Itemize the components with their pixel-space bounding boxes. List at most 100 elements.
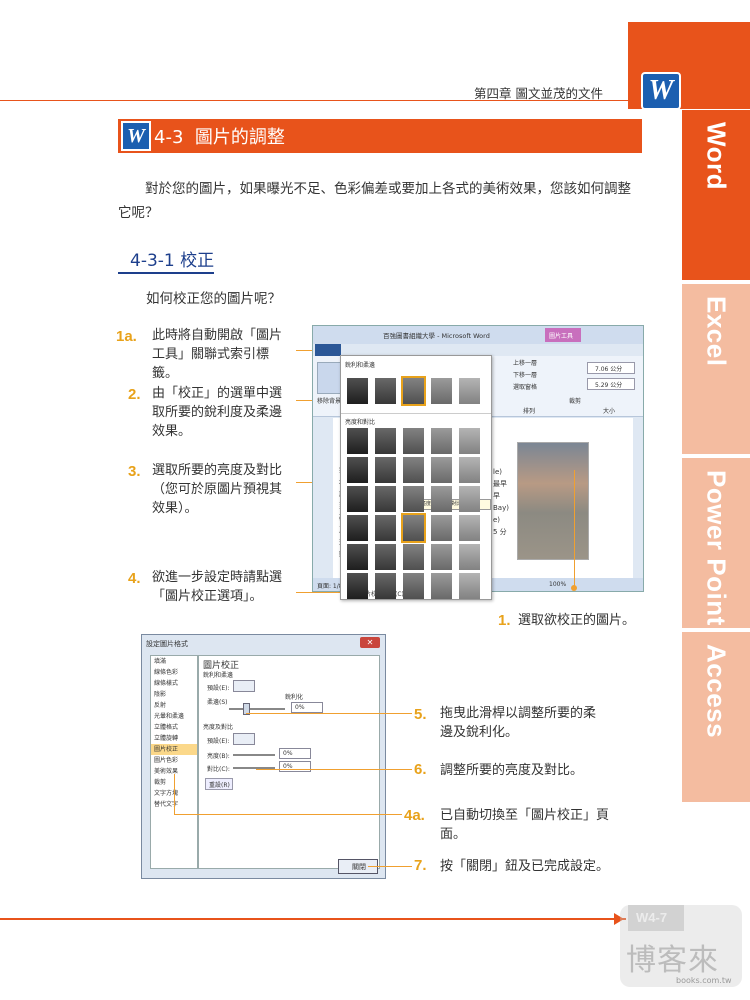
width-value: 5.29 公分 xyxy=(595,382,623,389)
correction-preset-thumbnail[interactable] xyxy=(375,573,396,599)
category-list: 填滿 線條色彩 線條樣式 陰影 反射 光暈和柔邊 立體格式 立體旋轉 圖片校正 … xyxy=(150,655,198,869)
doc-right-text: le) 最早 早 Bay) e) 5 分 xyxy=(493,468,509,536)
category-picture-color[interactable]: 圖片色彩 xyxy=(151,755,197,766)
category-glow[interactable]: 光暈和柔邊 xyxy=(151,711,197,722)
category-line-color[interactable]: 線條色彩 xyxy=(151,667,197,678)
tab-word[interactable]: Word xyxy=(682,110,750,280)
section-title: 4-3 圖片的調整 xyxy=(154,127,285,148)
sharpen-group: 銳利和柔邊 xyxy=(203,672,234,679)
correction-preset-thumbnail[interactable] xyxy=(431,486,452,512)
correction-preset-thumbnail[interactable] xyxy=(403,486,424,512)
correction-preset-thumbnail[interactable] xyxy=(375,486,396,512)
preset-dropdown[interactable] xyxy=(233,680,255,692)
correction-preset-thumbnail[interactable] xyxy=(459,573,480,599)
bring-forward[interactable]: 上移一層 xyxy=(513,358,537,367)
correction-preset-thumbnail[interactable] xyxy=(347,457,368,483)
correction-preset-thumbnail[interactable] xyxy=(403,457,424,483)
dialog-close-label: 關閉 xyxy=(352,863,366,871)
step-text: 此時將自動開啟「圖片工具」關聯式索引標籤。 xyxy=(152,328,283,381)
correction-preset-thumbnail[interactable] xyxy=(459,486,480,512)
selected-photo[interactable] xyxy=(517,442,589,560)
tab-excel[interactable]: Excel xyxy=(682,284,750,454)
footer-rule xyxy=(0,918,626,920)
header-chapter: 第四章 圖文並茂的文件 xyxy=(474,86,603,101)
category-3d-rotation[interactable]: 立體旋轉 xyxy=(151,733,197,744)
correction-preset-thumbnail[interactable] xyxy=(431,428,452,454)
brightness-header: 亮度和對比 xyxy=(345,419,376,426)
correction-preset-thumbnail[interactable] xyxy=(403,544,424,570)
intro-paragraph: 對於您的圖片，如果曝光不足、色彩偏差或要加上各式的美術效果，您該如何調整它呢？ xyxy=(118,181,631,221)
tab-access[interactable]: Access xyxy=(682,632,750,802)
height-value: 7.06 公分 xyxy=(595,366,623,373)
preset-label: 預設(E): xyxy=(207,685,230,692)
category-picture-corrections[interactable]: 圖片校正 xyxy=(151,744,197,755)
correction-preset-thumbnail[interactable] xyxy=(459,515,480,541)
correction-preset-thumbnail[interactable] xyxy=(431,544,452,570)
brightness-slider[interactable] xyxy=(233,754,275,756)
correction-preset-thumbnail[interactable] xyxy=(459,457,480,483)
leader-line xyxy=(256,769,412,770)
category-reflection[interactable]: 反射 xyxy=(151,700,197,711)
step-text: 調整所要的亮度及對比。 xyxy=(440,763,584,778)
correction-preset-thumbnail[interactable] xyxy=(431,378,452,404)
correction-preset-thumbnail[interactable] xyxy=(459,428,480,454)
correction-preset-thumbnail[interactable] xyxy=(459,378,480,404)
window-title: 百強圖書組織大學 - Microsoft Word xyxy=(383,332,490,340)
step-text: 選取所要的亮度及對比（您可於原圖片預視其效果）。 xyxy=(152,463,283,516)
correction-preset-thumbnail[interactable] xyxy=(347,544,368,570)
soften-label: 柔邊(S) xyxy=(207,699,228,706)
step-number: 1. xyxy=(498,612,511,629)
correction-preset-thumbnail[interactable] xyxy=(403,573,424,599)
reset-label: 重設(R) xyxy=(209,782,230,789)
send-backward[interactable]: 下移一層 xyxy=(513,370,537,379)
step-text: 欲進一步設定時請點選「圖片校正選項」。 xyxy=(152,570,283,604)
correction-preset-thumbnail[interactable] xyxy=(401,513,426,543)
sharpen-label: 銳利化 xyxy=(285,694,304,701)
category-3d-format[interactable]: 立體格式 xyxy=(151,722,197,733)
watermark-text: 博客來 xyxy=(626,943,719,978)
category-fill[interactable]: 填滿 xyxy=(151,656,197,667)
format-picture-dialog: 設定圖片格式 ✕ 填滿 線條色彩 線條樣式 陰影 反射 光暈和柔邊 立體格式 立… xyxy=(141,634,386,879)
step-number: 3. xyxy=(128,463,141,480)
tab-powerpoint[interactable]: Power Point xyxy=(682,458,750,628)
correction-preset-thumbnail[interactable] xyxy=(347,428,368,454)
step-number: 1a. xyxy=(116,328,137,345)
correction-panel: 圖片校正 銳利和柔邊 預設(E): 柔邊(S) 銳利化 0% 亮度及對比 預設(… xyxy=(198,655,380,869)
correction-preset-thumbnail[interactable] xyxy=(431,457,452,483)
brightness-group: 亮度及對比 xyxy=(203,724,234,731)
size-group: 大小 xyxy=(603,408,616,415)
correction-preset-thumbnail[interactable] xyxy=(347,515,368,541)
correction-preset-thumbnail[interactable] xyxy=(347,573,368,599)
preset2-dropdown[interactable] xyxy=(233,733,255,745)
step-text: 已自動切換至「圖片校正」頁面。 xyxy=(440,808,610,842)
correction-preset-thumbnail[interactable] xyxy=(401,376,426,406)
category-line-style[interactable]: 線條樣式 xyxy=(151,678,197,689)
correction-preset-thumbnail[interactable] xyxy=(375,378,396,404)
tab-file[interactable] xyxy=(315,344,341,356)
correction-preset-thumbnail[interactable] xyxy=(431,515,452,541)
context-tab-label: 圖片工具 xyxy=(549,333,574,340)
zoom-level: 100% xyxy=(549,581,567,588)
crop-button[interactable]: 裁剪 xyxy=(569,396,581,405)
correction-preset-thumbnail[interactable] xyxy=(459,544,480,570)
correction-preset-thumbnail[interactable] xyxy=(347,486,368,512)
sharpen-slider[interactable] xyxy=(229,708,285,710)
category-shadow[interactable]: 陰影 xyxy=(151,689,197,700)
sharpen-header: 銳利和柔邊 xyxy=(345,362,376,369)
correction-preset-thumbnail[interactable] xyxy=(403,428,424,454)
contrast-label: 對比(C): xyxy=(207,766,230,773)
close-icon[interactable]: ✕ xyxy=(360,637,380,648)
correction-preset-thumbnail[interactable] xyxy=(347,378,368,404)
gallery-divider xyxy=(341,413,491,414)
sharpen-value-text: 0% xyxy=(295,704,305,711)
correction-preset-thumbnail[interactable] xyxy=(375,428,396,454)
correction-preset-thumbnail[interactable] xyxy=(375,544,396,570)
correction-preset-thumbnail[interactable] xyxy=(431,573,452,599)
correction-preset-thumbnail[interactable] xyxy=(375,515,396,541)
selection-pane[interactable]: 選取窗格 xyxy=(513,382,537,391)
step-text: 拖曳此滑桿以調整所要的柔邊及銳利化。 xyxy=(440,706,597,740)
step-text: 按「關閉」鈕及已完成設定。 xyxy=(440,859,610,874)
remove-background-label: 移除背景 xyxy=(317,398,342,405)
correction-preset-thumbnail[interactable] xyxy=(375,457,396,483)
brightness-value-text: 0% xyxy=(283,750,293,757)
